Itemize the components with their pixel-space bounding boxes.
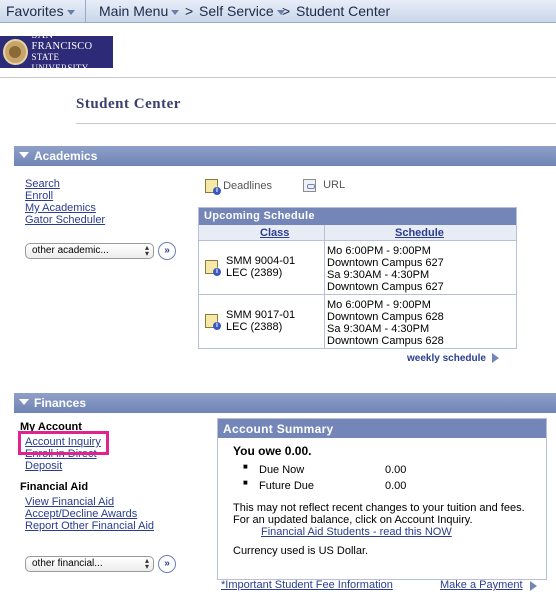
main-menu-label: Main Menu — [99, 3, 169, 19]
collapse-triangle-icon[interactable] — [19, 399, 29, 405]
bullet-icon: ■ — [243, 478, 248, 487]
deadlines-label: Deadlines — [223, 179, 272, 192]
top-navigation-bar: Favorites Main Menu > Self Service > Stu… — [0, 0, 556, 23]
upcoming-schedule-table: Upcoming Schedule Class Schedule SMM 900… — [198, 207, 517, 349]
class-section: LEC (2388) — [226, 321, 283, 333]
schedule-cell: Mo 6:00PM - 9:00PM Downtown Campus 627 S… — [327, 245, 444, 293]
schedule-line: Downtown Campus 628 — [327, 311, 444, 323]
finances-title: Finances — [34, 396, 87, 410]
university-logo: San Francisco State University — [0, 30, 113, 73]
financial-go-button[interactable]: » — [158, 555, 176, 573]
link-my-academics[interactable]: My Academics — [25, 202, 105, 214]
schedule-column-headers: Class Schedule — [199, 225, 516, 241]
divider — [0, 77, 556, 78]
schedule-title: Upcoming Schedule — [199, 208, 516, 225]
deadlines-link[interactable]: Deadlines — [205, 179, 272, 195]
financial-aid-students-link[interactable]: Financial Aid Students - read this NOW — [261, 526, 452, 538]
schedule-line: Mo 6:00PM - 9:00PM — [327, 245, 431, 257]
schedule-line: Sa 9:30AM - 4:30PM — [327, 323, 430, 335]
link-deposit[interactable]: Deposit — [25, 460, 101, 472]
table-row: SMM 9017-01 LEC (2388) Mo 6:00PM - 9:00P… — [199, 296, 516, 349]
main-menu[interactable]: Main Menu — [99, 3, 180, 19]
class-info-icon[interactable] — [205, 260, 221, 276]
breadcrumb-separator: > — [282, 3, 291, 19]
future-due-value: 0.00 — [385, 480, 407, 492]
chevron-down-icon — [66, 9, 75, 15]
select-arrows-icon: ▴ ▾ — [144, 243, 149, 258]
link-accept-decline-awards[interactable]: Accept/Decline Awards — [25, 508, 154, 520]
url-link[interactable]: URL — [303, 179, 345, 192]
other-financial-select[interactable]: other financial... ▴ ▾ — [25, 556, 154, 572]
select-arrows-icon: ▴ ▾ — [144, 556, 149, 571]
class-section: LEC (2389) — [226, 267, 283, 279]
chevron-down-icon — [171, 9, 180, 15]
collapse-triangle-icon[interactable] — [19, 152, 29, 158]
fee-information-link[interactable]: *Important Student Fee Information — [221, 579, 393, 591]
breadcrumb-self-service[interactable]: Self Service — [199, 3, 285, 19]
schedule-line: Mo 6:00PM - 9:00PM — [327, 299, 431, 311]
finances-section-header[interactable]: Finances — [14, 393, 556, 413]
favorites-menu[interactable]: Favorites — [6, 3, 75, 19]
table-row: SMM 9004-01 LEC (2389) Mo 6:00PM - 9:00P… — [199, 242, 516, 295]
financial-aid-heading: Financial Aid — [20, 481, 89, 493]
link-view-financial-aid[interactable]: View Financial Aid — [25, 496, 154, 508]
schedule-line: Downtown Campus 627 — [327, 257, 444, 269]
logo-line1: San Francisco — [31, 30, 93, 52]
link-search[interactable]: Search — [25, 178, 105, 190]
future-due-label: Future Due — [259, 480, 315, 492]
due-now-label: Due Now — [259, 464, 305, 476]
column-class[interactable]: Class — [260, 227, 289, 239]
select-value: other academic... — [32, 245, 109, 256]
schedule-line: Downtown Campus 628 — [327, 335, 444, 347]
breadcrumb-student-center[interactable]: Student Center — [296, 3, 390, 19]
url-label: URL — [323, 179, 346, 192]
account-summary-panel: Account Summary You owe 0.00. ■ Due Now … — [217, 418, 547, 580]
schedule-cell: Mo 6:00PM - 9:00PM Downtown Campus 628 S… — [327, 299, 444, 347]
divider — [76, 123, 556, 124]
highlight-box — [18, 431, 109, 455]
logo-text: San Francisco State University — [32, 30, 113, 74]
link-gator-scheduler[interactable]: Gator Scheduler — [25, 214, 105, 226]
academics-section-header[interactable]: Academics — [14, 146, 556, 166]
weekly-schedule-link[interactable]: weekly schedule — [407, 353, 499, 364]
column-divider — [324, 225, 325, 349]
column-schedule[interactable]: Schedule — [395, 227, 444, 239]
class-code: SMM 9017-01 — [226, 309, 296, 321]
schedule-line: Downtown Campus 627 — [327, 281, 444, 293]
url-icon — [303, 179, 316, 192]
class-info-icon[interactable] — [205, 314, 221, 330]
summary-note-2: For an updated balance, click on Account… — [233, 514, 473, 526]
amount-owed: You owe 0.00. — [233, 444, 312, 458]
link-report-other-financial-aid[interactable]: Report Other Financial Aid — [25, 520, 154, 532]
weekly-schedule-label: weekly schedule — [407, 353, 486, 364]
bullet-icon: ■ — [243, 462, 248, 471]
academics-links: Search Enroll My Academics Gator Schedul… — [25, 178, 105, 226]
schedule-line: Sa 9:30AM - 4:30PM — [327, 269, 430, 281]
account-summary-title: Account Summary — [218, 419, 546, 438]
academic-go-button[interactable]: » — [158, 242, 176, 260]
breadcrumb-separator: > — [185, 3, 194, 19]
academics-title: Academics — [34, 149, 98, 163]
arrow-right-icon — [491, 353, 499, 364]
calendar-info-icon — [205, 179, 221, 195]
other-academic-select[interactable]: other academic... ▴ ▾ — [25, 243, 154, 259]
class-code: SMM 9004-01 — [226, 255, 296, 267]
university-seal-icon — [3, 39, 28, 65]
page-title: Student Center — [76, 96, 181, 112]
nav-divider — [85, 0, 86, 23]
class-cell: SMM 9017-01 LEC (2388) — [226, 309, 295, 333]
logo-line2: State University — [31, 52, 89, 73]
self-service-label: Self Service — [199, 3, 274, 19]
select-value: other financial... — [32, 558, 103, 569]
make-payment-link[interactable]: Make a Payment — [440, 579, 523, 591]
link-enroll[interactable]: Enroll — [25, 190, 105, 202]
currency-note: Currency used is US Dollar. — [233, 545, 369, 557]
class-cell: SMM 9004-01 LEC (2389) — [226, 255, 295, 279]
due-now-value: 0.00 — [385, 464, 407, 476]
favorites-label: Favorites — [6, 3, 64, 19]
arrow-right-icon — [530, 581, 537, 591]
financial-aid-links: View Financial Aid Accept/Decline Awards… — [25, 496, 154, 532]
summary-note-1: This may not reflect recent changes to y… — [233, 502, 525, 514]
